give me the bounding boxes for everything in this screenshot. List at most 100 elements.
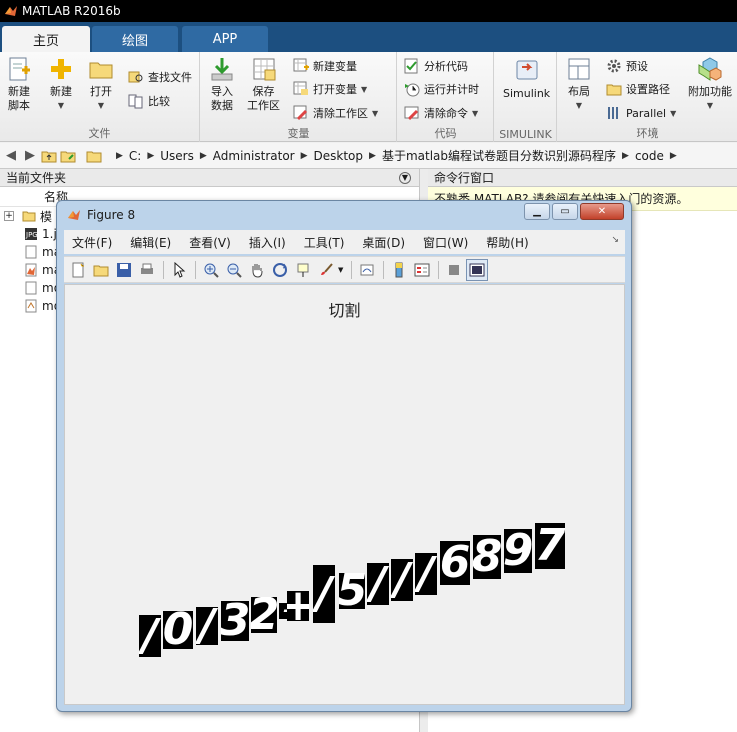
- segment-tile: /: [415, 553, 437, 595]
- chevron-down-icon[interactable]: ▼: [338, 266, 343, 274]
- show-tools-icon: [469, 263, 485, 276]
- clear-commands-label: 清除命令: [424, 107, 468, 120]
- insert-legend-button[interactable]: [411, 259, 433, 281]
- preferences-button[interactable]: 预设: [606, 55, 648, 77]
- rotate-3d-button[interactable]: [269, 259, 291, 281]
- menu-help[interactable]: 帮助(H): [477, 234, 537, 251]
- zoom-out-icon: [227, 263, 242, 278]
- toolbar-divider: [383, 260, 385, 279]
- analyze-code-button[interactable]: 分析代码: [404, 55, 468, 77]
- menu-edit[interactable]: 编辑(E): [121, 234, 180, 251]
- import-data-button[interactable]: 导入 数据: [209, 56, 235, 113]
- add-ons-icon: [698, 57, 722, 81]
- new-figure-button[interactable]: [67, 259, 89, 281]
- up-folder-icon[interactable]: [41, 148, 57, 164]
- new-variable-button[interactable]: 新建变量: [293, 55, 357, 77]
- breadcrumb-item[interactable]: Desktop: [314, 149, 364, 163]
- show-plot-tools-button[interactable]: [466, 258, 489, 281]
- menu-file[interactable]: 文件(F): [64, 234, 121, 251]
- open-button[interactable]: 打开 ▼: [88, 56, 114, 113]
- chevron-down-icon: ▼: [670, 108, 677, 118]
- new-script-button[interactable]: 新建 脚本: [6, 56, 32, 113]
- menu-desktop[interactable]: 桌面(D): [353, 234, 414, 251]
- expand-icon[interactable]: +: [4, 211, 14, 221]
- code-group-label: 代码: [434, 127, 457, 140]
- breadcrumb-item[interactable]: C:: [129, 149, 141, 163]
- clear-workspace-button[interactable]: 清除工作区 ▼: [293, 102, 378, 124]
- segment-tile: /: [367, 563, 389, 605]
- brush-icon: [321, 262, 333, 275]
- panel-menu-icon[interactable]: ▼: [399, 171, 411, 184]
- zoom-in-icon: [204, 263, 219, 278]
- minimize-button[interactable]: ▁: [524, 203, 550, 220]
- breadcrumb-item[interactable]: Users: [160, 149, 194, 163]
- menu-view[interactable]: 查看(V): [180, 234, 240, 251]
- add-ons-button[interactable]: 附加功能 ▼: [688, 56, 732, 113]
- layout-button[interactable]: 布局 ▼: [566, 56, 592, 113]
- insert-colorbar-button[interactable]: [388, 259, 410, 281]
- breadcrumb-item[interactable]: code: [635, 149, 664, 163]
- environment-group: 布局 ▼ 预设 设置路径 Parallel ▼ 附加功能 ▼ 环境: [558, 52, 737, 142]
- data-cursor-button[interactable]: [292, 259, 314, 281]
- chevron-down-icon: ▼: [97, 101, 105, 110]
- open-variable-button[interactable]: 打开变量 ▼: [293, 78, 367, 100]
- menu-window[interactable]: 窗口(W): [414, 234, 477, 251]
- figure-canvas[interactable]: 切割 / 0 / 3 2 - + / 5 / / / 6 8 9 7: [64, 284, 625, 705]
- pan-button[interactable]: [246, 259, 268, 281]
- menu-insert[interactable]: 插入(I): [240, 234, 295, 251]
- set-path-button[interactable]: 设置路径: [606, 78, 670, 100]
- chevron-right-icon: ▶: [147, 150, 155, 161]
- open-file-button[interactable]: [90, 259, 112, 281]
- simulink-icon: [516, 60, 538, 80]
- hide-plot-tools-button[interactable]: [443, 259, 465, 281]
- simulink-button[interactable]: Simulink: [503, 58, 550, 101]
- segment-tile: 2: [251, 597, 277, 633]
- save-workspace-icon: [253, 58, 275, 81]
- chevron-right-icon: ▶: [300, 150, 308, 161]
- new-button[interactable]: 新建 ▼: [48, 56, 74, 113]
- compare-button[interactable]: 比较: [128, 90, 170, 112]
- link-plot-button[interactable]: [356, 259, 378, 281]
- file-group: 新建 脚本 新建 ▼ 打开 ▼ 查找文件 比较 文件: [0, 52, 200, 142]
- tab-apps[interactable]: APP: [182, 26, 268, 52]
- segment-tile: 3: [221, 601, 249, 641]
- browse-folder-icon[interactable]: [60, 148, 76, 164]
- save-figure-button[interactable]: [113, 259, 135, 281]
- minimize-icon: ▁: [533, 206, 541, 217]
- clear-commands-icon: [404, 106, 419, 121]
- clear-commands-button[interactable]: 清除命令 ▼: [404, 102, 478, 124]
- matlab-logo-icon: [5, 6, 17, 16]
- document-icon: [25, 245, 37, 259]
- open-variable-icon: [293, 81, 308, 95]
- save-workspace-button[interactable]: 保存 工作区: [247, 56, 280, 113]
- layout-label: 布局: [568, 85, 590, 98]
- link-plot-icon: [360, 264, 374, 275]
- tab-plots[interactable]: 绘图: [92, 26, 178, 52]
- chevron-right-icon: ▶: [369, 150, 376, 161]
- breadcrumb-item[interactable]: Administrator: [213, 149, 295, 163]
- close-button[interactable]: ✕: [580, 203, 624, 220]
- run-and-time-button[interactable]: 运行并计时: [404, 78, 479, 100]
- segment-tile: 5: [339, 573, 365, 609]
- edit-plot-button[interactable]: [168, 259, 190, 281]
- figure-title: Figure 8: [87, 208, 136, 222]
- brush-button[interactable]: [315, 259, 337, 281]
- forward-arrow-icon[interactable]: ▶: [22, 148, 38, 164]
- chevron-down-icon: ▼: [361, 84, 368, 94]
- find-files-button[interactable]: 查找文件: [128, 66, 192, 88]
- command-window-header: 命令行窗口: [428, 169, 737, 187]
- zoom-out-button[interactable]: [223, 259, 245, 281]
- code-group: 分析代码 运行并计时 清除命令 ▼ 代码: [398, 52, 494, 142]
- tab-home[interactable]: 主页: [2, 26, 90, 52]
- menu-tools[interactable]: 工具(T): [295, 234, 354, 251]
- matlab-logo-icon: [68, 210, 80, 220]
- parallel-button[interactable]: Parallel ▼: [606, 102, 676, 124]
- breadcrumb-item[interactable]: 基于matlab编程试卷题目分数识别源码程序: [382, 147, 616, 164]
- back-arrow-icon[interactable]: ◀: [3, 148, 19, 164]
- maximize-button[interactable]: ▭: [552, 203, 578, 220]
- print-button[interactable]: [136, 259, 158, 281]
- address-bar: ◀ ▶ ▶ C: ▶ Users ▶ Administrator ▶ Deskt…: [0, 143, 737, 169]
- current-folder-header: 当前文件夹 ▼: [0, 169, 419, 187]
- zoom-in-button[interactable]: [200, 259, 222, 281]
- dock-arrow-icon[interactable]: ↘: [611, 235, 619, 245]
